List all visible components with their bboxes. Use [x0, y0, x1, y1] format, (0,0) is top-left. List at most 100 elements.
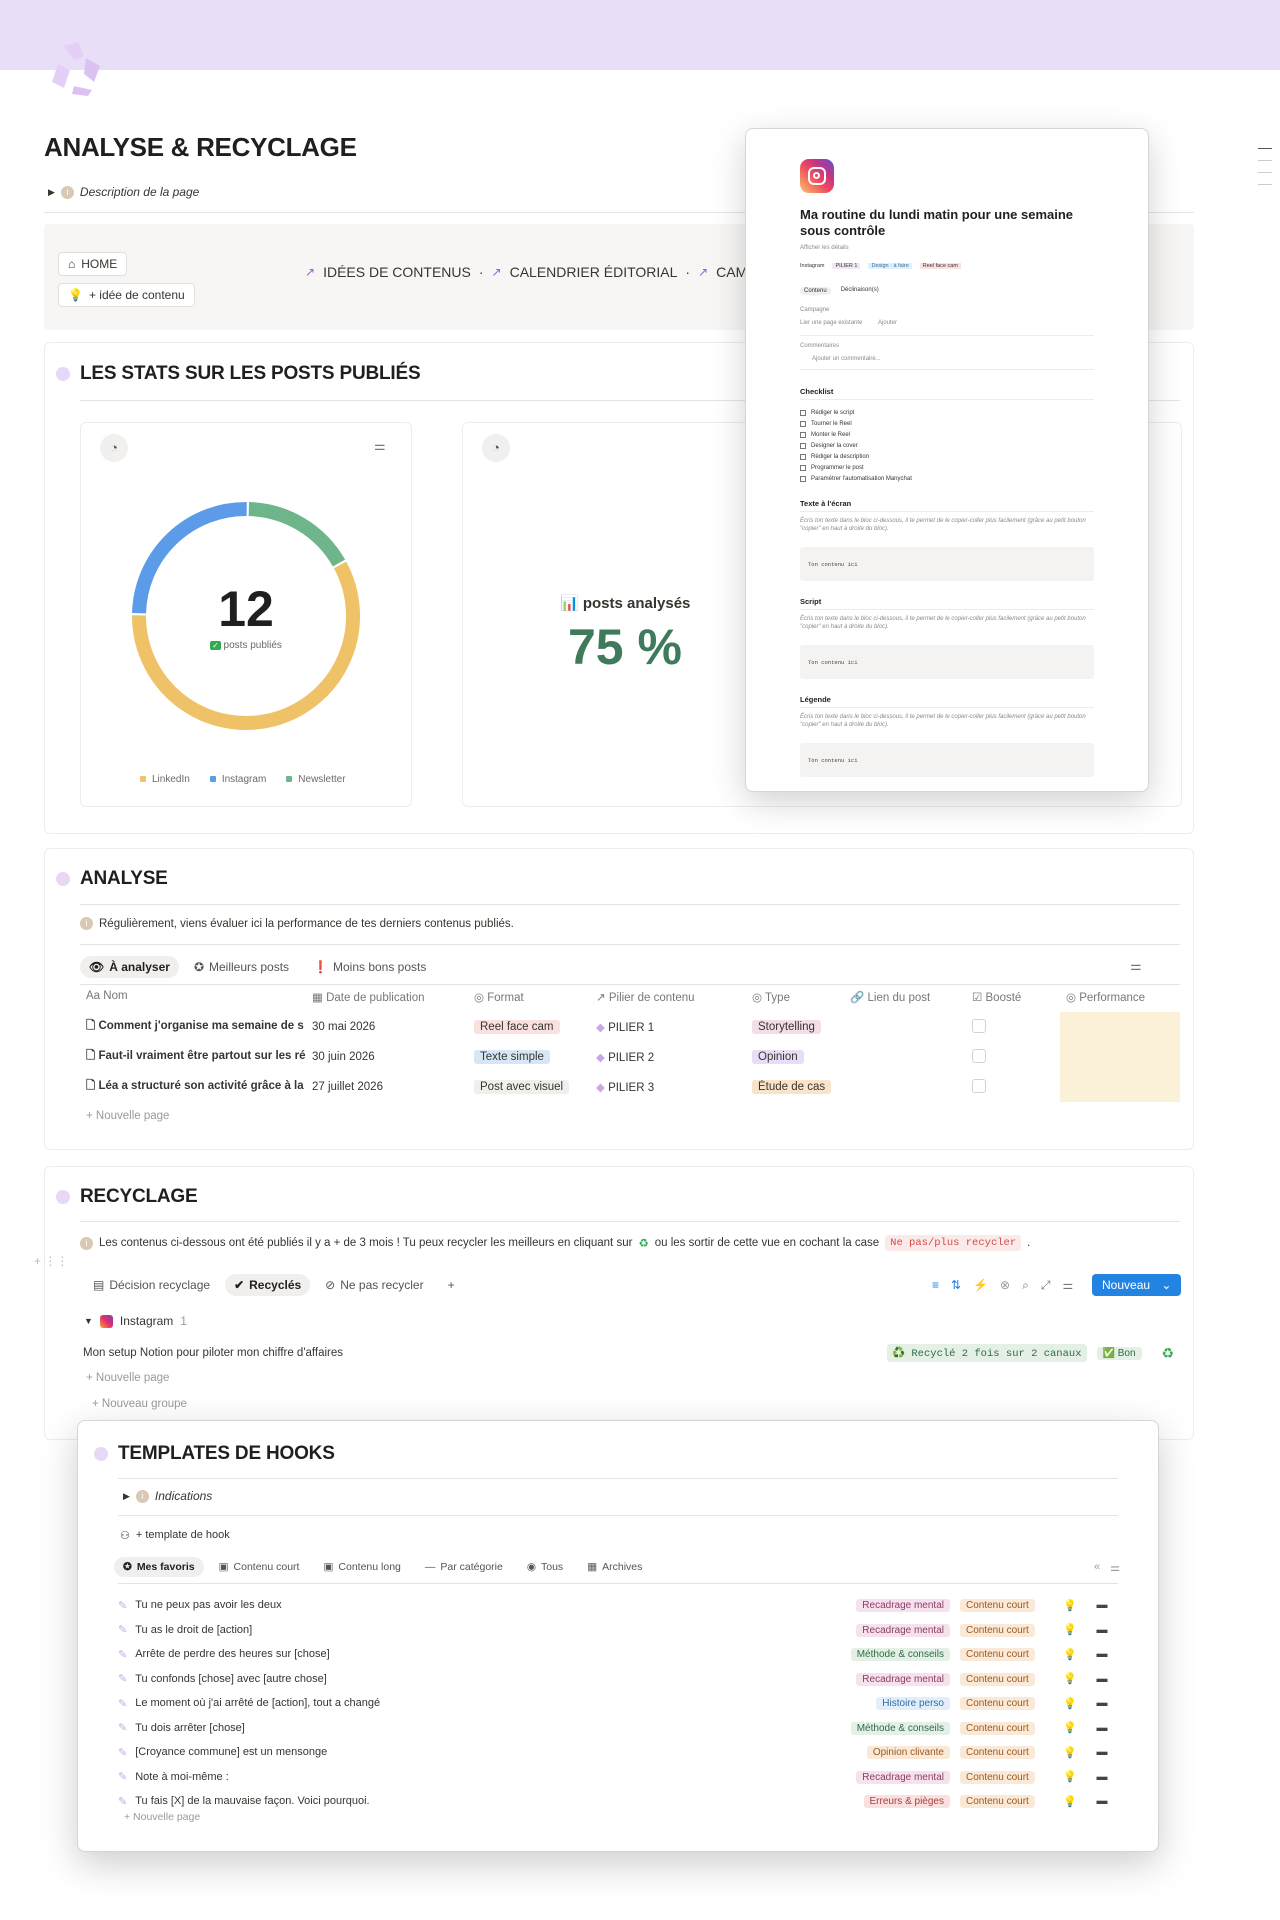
hook-name[interactable]: ✎ Tu confonds [chose] avec [autre chose]: [118, 1672, 836, 1686]
checklist-item[interactable]: Programmer le post: [800, 465, 864, 471]
tab-moins-bons-posts[interactable]: ❗ Moins bons posts: [304, 956, 435, 978]
boost-checkbox[interactable]: [972, 1048, 986, 1063]
new-page-button[interactable]: + Nouvelle page: [86, 1110, 169, 1122]
hook-row[interactable]: ✎ Tu dois arrêter [chose] Méthode & consei…: [118, 1716, 1118, 1740]
checkbox[interactable]: [800, 454, 806, 460]
checklist-item[interactable]: Rédiger la description: [800, 454, 869, 460]
row-date[interactable]: 30 juin 2026: [306, 1051, 468, 1063]
add-template-button[interactable]: ⚇ + template de hook: [120, 1529, 230, 1542]
settings-sliders-icon[interactable]: ⚌: [1130, 958, 1142, 974]
checklist-item[interactable]: Designer la cover: [800, 443, 858, 449]
row-booste[interactable]: [966, 1078, 1060, 1096]
tab-meilleurs-posts[interactable]: ✪ Meilleurs posts: [185, 956, 298, 978]
hook-category[interactable]: Recadrage mental: [836, 1770, 960, 1784]
toggle-arrow-icon[interactable]: ▶: [123, 1491, 130, 1502]
tab-tous[interactable]: ◉ Tous: [518, 1557, 572, 1577]
boost-checkbox[interactable]: [972, 1078, 986, 1093]
hook-row[interactable]: ✎ Tu ne peux pas avoir les deux Recadrage …: [118, 1593, 1118, 1617]
popup-code-block[interactable]: Ton contenu ici: [800, 645, 1094, 679]
tab-recycles[interactable]: ✔ Recyclés: [225, 1274, 311, 1296]
popup-code-block[interactable]: Ton contenu ici: [800, 743, 1094, 777]
bookmark-icon[interactable]: ▬: [1086, 1795, 1118, 1807]
bookmark-icon[interactable]: ▬: [1086, 1624, 1118, 1636]
popup-comment-input[interactable]: Ajouter un commentaire...: [812, 356, 881, 362]
popup-tab-contenu[interactable]: Contenu: [800, 287, 831, 295]
lightbulb-icon[interactable]: 💡: [1054, 1697, 1086, 1710]
tab-a-analyser[interactable]: 👁 À analyser: [80, 956, 179, 978]
row-pilier[interactable]: ◆ PILIER 3: [590, 1080, 746, 1094]
row-performance[interactable]: [1060, 1072, 1180, 1102]
row-booste[interactable]: [966, 1018, 1060, 1036]
hook-category[interactable]: Erreurs & pièges: [836, 1795, 960, 1808]
row-date[interactable]: 27 juillet 2026: [306, 1081, 468, 1093]
hook-category[interactable]: Opinion clivante: [836, 1746, 960, 1759]
recycle-icon[interactable]: [44, 38, 110, 98]
search-off-icon[interactable]: ⊗: [1000, 1278, 1010, 1293]
hook-row[interactable]: ✎ Tu fais [X] de la mauvaise façon. Voici…: [118, 1789, 1118, 1813]
new-group-button[interactable]: + Nouveau groupe: [92, 1398, 187, 1410]
toggle-arrow-icon[interactable]: ▶: [48, 187, 55, 198]
toggle-arrow-down-icon[interactable]: ▼: [84, 1316, 93, 1326]
chart-icon[interactable]: ◔: [100, 434, 128, 462]
tab-contenu-court[interactable]: ▣ Contenu court: [210, 1557, 309, 1577]
tab-par-categorie[interactable]: — Par catégorie: [416, 1557, 512, 1577]
hook-length[interactable]: Contenu court: [960, 1697, 1054, 1710]
lightbulb-icon[interactable]: 💡: [1054, 1648, 1086, 1661]
group-instagram[interactable]: ▼ Instagram 1: [84, 1314, 187, 1328]
hook-row[interactable]: ✎ Note à moi-même : Recadrage mental Conten…: [118, 1765, 1118, 1789]
hook-category[interactable]: Recadrage mental: [836, 1623, 960, 1637]
page-cover[interactable]: [0, 0, 1280, 70]
popup-subtitle[interactable]: Afficher les détails: [800, 245, 849, 251]
table-row[interactable]: 🗋 Léa a structuré son activité grâce à l…: [80, 1072, 1180, 1102]
hook-length[interactable]: Contenu court: [960, 1672, 1054, 1686]
row-type[interactable]: Opinion: [746, 1050, 844, 1064]
checkbox[interactable]: [800, 421, 806, 427]
hook-length[interactable]: Contenu court: [960, 1770, 1054, 1784]
tab-mes-favoris[interactable]: ✪ Mes favoris: [114, 1557, 204, 1577]
tab-archives[interactable]: ▦ Archives: [578, 1557, 651, 1577]
row-performance[interactable]: [1060, 1042, 1180, 1072]
lightbulb-icon[interactable]: 💡: [1054, 1599, 1086, 1612]
popup-code-block[interactable]: Ton contenu ici: [800, 547, 1094, 581]
bookmark-icon[interactable]: ▬: [1086, 1697, 1118, 1709]
drag-handle-icon[interactable]: + ⋮⋮: [34, 1254, 68, 1268]
bookmark-icon[interactable]: ▬: [1086, 1673, 1118, 1685]
new-page-button[interactable]: + Nouvelle page: [86, 1372, 169, 1384]
row-performance[interactable]: [1060, 1012, 1180, 1042]
checkbox[interactable]: [800, 443, 806, 449]
new-button[interactable]: Nouveau ⌄: [1092, 1274, 1182, 1296]
col-performance[interactable]: ◎ Performance: [1060, 990, 1180, 1004]
outline-marker[interactable]: [1258, 148, 1272, 149]
nav-link-calendar[interactable]: CALENDRIER ÉDITORIAL: [510, 264, 678, 280]
table-row[interactable]: 🗋 Comment j'organise ma semaine de s 30 …: [80, 1012, 1180, 1042]
bookmark-icon[interactable]: ▬: [1086, 1599, 1118, 1611]
outline-marker[interactable]: [1258, 184, 1272, 185]
checkbox[interactable]: [800, 432, 806, 438]
hook-category[interactable]: Recadrage mental: [836, 1672, 960, 1686]
hook-name[interactable]: ✎ Tu fais [X] de la mauvaise façon. Voici…: [118, 1795, 836, 1808]
hook-name[interactable]: ✎ Tu as le droit de [action]: [118, 1623, 836, 1637]
checklist-item[interactable]: Monter le Reel: [800, 432, 850, 438]
row-pilier[interactable]: ◆ PILIER 1: [590, 1020, 746, 1034]
tab-decision-recyclage[interactable]: ▤ Décision recyclage: [84, 1274, 219, 1296]
bookmark-icon[interactable]: ▬: [1086, 1648, 1118, 1660]
search-icon[interactable]: ⌕: [1022, 1278, 1029, 1293]
popup-campaign[interactable]: Campagne: [800, 307, 829, 313]
hook-row[interactable]: ✎ Arrête de perdre des heures sur [chose]…: [118, 1642, 1118, 1666]
settings-sliders-icon[interactable]: ⚌: [1110, 1561, 1120, 1574]
row-booste[interactable]: [966, 1048, 1060, 1066]
hook-name[interactable]: ✎ Note à moi-même :: [118, 1770, 836, 1784]
hook-length[interactable]: Contenu court: [960, 1746, 1054, 1759]
row-format[interactable]: Texte simple: [468, 1050, 590, 1064]
donut-slice-newsletter[interactable]: [248, 502, 346, 567]
checklist-item[interactable]: Paramétrer l'automatisation Manychat: [800, 476, 912, 482]
hook-name[interactable]: ✎ [Croyance commune] est un mensonge: [118, 1746, 836, 1759]
row-type[interactable]: Storytelling: [746, 1020, 844, 1034]
popup-add[interactable]: Ajouter: [878, 320, 897, 326]
lightbulb-icon[interactable]: 💡: [1054, 1746, 1086, 1759]
hook-length[interactable]: Contenu court: [960, 1795, 1054, 1808]
checklist-item[interactable]: Rédiger le script: [800, 410, 854, 416]
outline-marker[interactable]: [1258, 172, 1272, 173]
checkbox[interactable]: [800, 410, 806, 416]
row-type[interactable]: Étude de cas: [746, 1080, 844, 1094]
